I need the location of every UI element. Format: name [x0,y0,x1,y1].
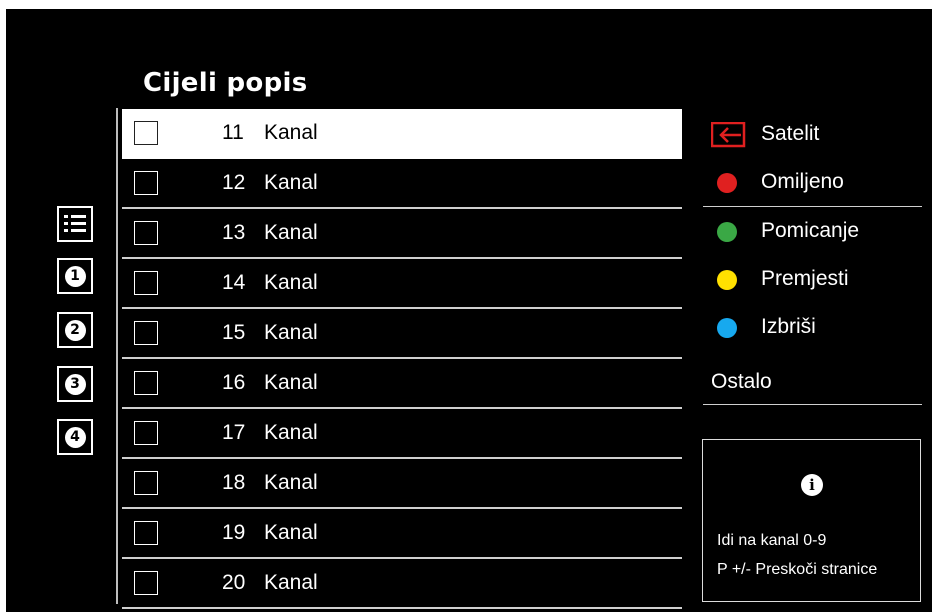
page-title: Cijeli popis [143,68,308,98]
channel-row[interactable]: 14 Kanal [122,259,682,309]
delete-label: Izbriši [761,315,816,338]
green-dot-icon [717,222,737,242]
channel-number: 16 [222,371,246,394]
channel-number: 13 [222,221,246,244]
channel-name: Kanal [264,171,318,194]
other-option[interactable]: Ostalo [711,370,772,394]
channel-number: 14 [222,271,246,294]
relocate-label: Premjesti [761,267,849,290]
info-line-page: P +/- Preskoči stranice [717,561,878,578]
source-satellite-option[interactable]: Satelit [703,110,922,158]
number-1-icon[interactable]: 1 [57,258,93,294]
info-line-channel: Idi na kanal 0-9 [717,532,827,549]
number-3-icon[interactable]: 3 [57,366,93,402]
channel-name: Kanal [264,521,318,544]
favorites-label: Omiljeno [761,170,844,193]
source-label: Satelit [761,122,820,145]
channel-checkbox[interactable] [134,471,158,495]
channel-checkbox[interactable] [134,521,158,545]
number-4-icon[interactable]: 4 [57,419,93,455]
channel-number: 12 [222,171,246,194]
channel-checkbox[interactable] [134,171,158,195]
number-1-glyph: 1 [64,265,86,287]
channel-checkbox[interactable] [134,271,158,295]
info-box: i Idi na kanal 0-9 P +/- Preskoči strani… [702,439,921,602]
number-4-glyph: 4 [64,426,86,448]
channel-name: Kanal [264,471,318,494]
channel-checkbox[interactable] [134,371,158,395]
info-icon: i [801,474,823,496]
channel-row[interactable]: 20 Kanal [122,559,682,609]
channel-checkbox[interactable] [134,421,158,445]
relocate-option[interactable]: Premjesti [703,255,922,303]
yellow-dot-icon [717,270,737,290]
favorites-option[interactable]: Omiljeno [703,158,922,207]
channel-checkbox[interactable] [134,571,158,595]
number-2-icon[interactable]: 2 [57,312,93,348]
channel-row[interactable]: 19 Kanal [122,509,682,559]
channel-number: 20 [222,571,246,594]
channel-number: 19 [222,521,246,544]
list-icon[interactable] [57,206,93,242]
channel-number: 11 [222,121,244,144]
move-label: Pomicanje [761,219,860,242]
channel-row[interactable]: 12 Kanal [122,159,682,209]
channel-number: 18 [222,471,246,494]
channel-name: Kanal [264,271,318,294]
list-divider [116,108,118,604]
channel-checkbox[interactable] [134,121,158,145]
channel-name: Kanal [264,221,318,244]
number-2-glyph: 2 [64,319,86,341]
move-option[interactable]: Pomicanje [703,207,922,255]
channel-number: 17 [222,421,246,444]
channel-name: Kanal [264,571,318,594]
red-dot-icon [717,173,737,193]
blue-dot-icon [717,318,737,338]
number-3-glyph: 3 [64,373,86,395]
channel-name: Kanal [264,321,318,344]
channel-row[interactable]: 16 Kanal [122,359,682,409]
input-source-icon [711,122,746,148]
channel-row[interactable]: 15 Kanal [122,309,682,359]
channel-row[interactable]: 18 Kanal [122,459,682,509]
channel-row[interactable]: 13 Kanal [122,209,682,259]
channel-list: 11 Kanal 12 Kanal 13 Kanal 14 Kanal 15 K… [122,109,682,609]
channel-row[interactable]: 17 Kanal [122,409,682,459]
menu-divider [703,404,922,405]
channel-name: Kanal [264,121,318,144]
channel-name: Kanal [264,371,318,394]
channel-checkbox[interactable] [134,321,158,345]
channel-row[interactable]: 11 Kanal [122,109,682,159]
delete-option[interactable]: Izbriši [703,303,922,351]
options-menu: Satelit Omiljeno Pomicanje Premjesti Izb… [703,110,922,351]
channel-name: Kanal [264,421,318,444]
channel-number: 15 [222,321,246,344]
list-icon-glyph [64,215,86,232]
channel-checkbox[interactable] [134,221,158,245]
